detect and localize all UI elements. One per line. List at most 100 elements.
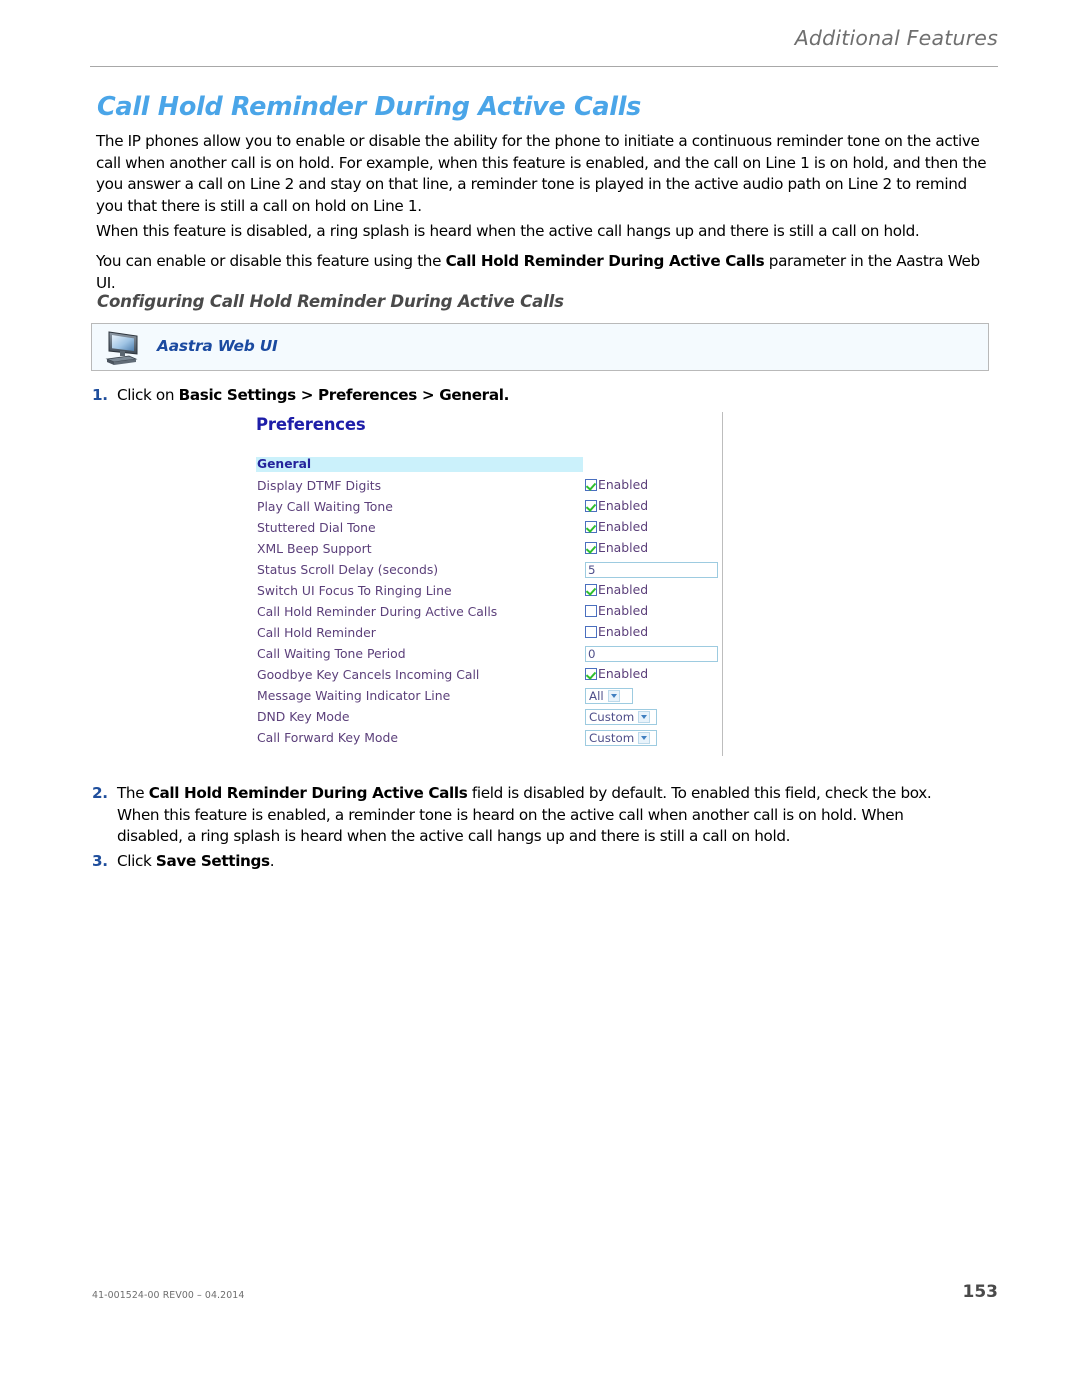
checkbox-label-goodbye-key-cancels-incoming-call: Enabled: [598, 666, 649, 681]
pref-label-xml-beep-support: XML Beep Support: [257, 541, 372, 556]
checkbox-goodbye-key-cancels-incoming-call[interactable]: [585, 668, 597, 680]
pref-row-call-hold-reminder-during-active-calls: Call Hold Reminder During Active Calls En…: [256, 604, 721, 625]
preferences-screenshot: Preferences General Display DTMF Digits E…: [251, 412, 723, 756]
checkbox-switch-ui-focus-to-ringing-line[interactable]: [585, 584, 597, 596]
pref-row-call-waiting-tone-period: Call Waiting Tone Period: [256, 646, 721, 667]
pref-row-xml-beep-support: XML Beep Support Enabled: [256, 541, 721, 562]
checkbox-label-call-hold-reminder: Enabled: [598, 624, 649, 639]
checkbox-label-play-call-waiting-tone: Enabled: [598, 498, 649, 513]
document-page: Additional Features Call Hold Reminder D…: [0, 0, 1080, 1397]
pref-row-dnd-key-mode: DND Key Mode Custom: [256, 709, 721, 730]
checkbox-label-xml-beep-support: Enabled: [598, 540, 649, 555]
paragraph-intro-text: The IP phones allow you to enable or dis…: [96, 132, 987, 215]
pref-label-status-scroll-delay-seconds: Status Scroll Delay (seconds): [257, 562, 439, 577]
pref-label-goodbye-key-cancels-incoming-call: Goodbye Key Cancels Incoming Call: [257, 667, 480, 682]
pref-control-dnd-key-mode: Custom: [585, 709, 657, 725]
page-title: Call Hold Reminder During Active Calls: [97, 92, 642, 122]
pref-row-display-dtmf-digits: Display DTMF Digits Enabled: [256, 478, 721, 499]
step-3-lead: Click: [117, 852, 156, 870]
select-value-dnd-key-mode: Custom: [589, 710, 635, 724]
pref-row-goodbye-key-cancels-incoming-call: Goodbye Key Cancels Incoming Call Enabled: [256, 667, 721, 688]
checkbox-label-call-hold-reminder-during-active-calls: Enabled: [598, 603, 649, 618]
paragraph-disabled-text: When this feature is disabled, a ring sp…: [96, 222, 920, 240]
input-status-scroll-delay-seconds[interactable]: [585, 562, 718, 578]
paragraph-parameter-name: Call Hold Reminder During Active Calls: [445, 252, 765, 270]
pref-label-play-call-waiting-tone: Play Call Waiting Tone: [257, 499, 393, 514]
pref-row-message-waiting-indicator-line: Message Waiting Indicator Line All: [256, 688, 721, 709]
step-1: 1. Click on Basic Settings > Preferences…: [92, 385, 972, 407]
paragraph-parameter: You can enable or disable this feature u…: [96, 251, 998, 294]
pref-label-switch-ui-focus-to-ringing-line: Switch UI Focus To Ringing Line: [257, 583, 452, 598]
checkbox-call-hold-reminder[interactable]: [585, 626, 597, 638]
pref-label-call-waiting-tone-period: Call Waiting Tone Period: [257, 646, 406, 661]
step-3-tail: .: [269, 852, 275, 870]
step-1-number: 1.: [92, 386, 108, 404]
step-2-field-name: Call Hold Reminder During Active Calls: [148, 784, 468, 802]
general-section-label: General: [257, 457, 312, 471]
checkbox-call-hold-reminder-during-active-calls[interactable]: [585, 605, 597, 617]
pref-row-call-hold-reminder: Call Hold Reminder Enabled: [256, 625, 721, 646]
chevron-down-icon[interactable]: [607, 690, 620, 702]
paragraph-disabled-behavior: When this feature is disabled, a ring sp…: [96, 221, 998, 243]
pref-label-call-hold-reminder: Call Hold Reminder: [257, 625, 376, 640]
pref-label-call-forward-key-mode: Call Forward Key Mode: [257, 730, 398, 745]
step-3-text: Click Save Settings.: [117, 851, 972, 873]
pref-control-call-forward-key-mode: Custom: [585, 730, 657, 746]
pref-row-status-scroll-delay-seconds: Status Scroll Delay (seconds): [256, 562, 721, 583]
checkbox-xml-beep-support[interactable]: [585, 542, 597, 554]
checkbox-label-stuttered-dial-tone: Enabled: [598, 519, 649, 534]
pref-control-call-hold-reminder-during-active-calls: Enabled: [585, 604, 648, 618]
step-2-note: When this feature is enabled, a reminder…: [117, 805, 904, 846]
pref-row-stuttered-dial-tone: Stuttered Dial Tone Enabled: [256, 520, 721, 541]
pref-label-message-waiting-indicator-line: Message Waiting Indicator Line: [257, 688, 451, 703]
checkbox-stuttered-dial-tone[interactable]: [585, 521, 597, 533]
pref-label-call-hold-reminder-during-active-calls: Call Hold Reminder During Active Calls: [257, 604, 498, 619]
general-section-bar: General: [256, 457, 583, 472]
step-2: 2. The Call Hold Reminder During Active …: [92, 783, 972, 848]
section-subheading: Configuring Call Hold Reminder During Ac…: [97, 292, 564, 311]
paragraph-intro: The IP phones allow you to enable or dis…: [96, 131, 998, 217]
computer-monitor-icon: [105, 331, 138, 365]
pref-label-dnd-key-mode: DND Key Mode: [257, 709, 350, 724]
pref-control-status-scroll-delay-seconds: [585, 562, 718, 578]
select-message-waiting-indicator-line[interactable]: All: [585, 688, 633, 704]
pref-row-switch-ui-focus-to-ringing-line: Switch UI Focus To Ringing Line Enabled: [256, 583, 721, 604]
input-call-waiting-tone-period[interactable]: [585, 646, 718, 662]
pref-row-play-call-waiting-tone: Play Call Waiting Tone Enabled: [256, 499, 721, 520]
step-2-lead: The: [117, 784, 149, 802]
pref-control-switch-ui-focus-to-ringing-line: Enabled: [585, 583, 648, 597]
pref-control-display-dtmf-digits: Enabled: [585, 478, 648, 492]
pref-control-call-waiting-tone-period: [585, 646, 718, 662]
select-call-forward-key-mode[interactable]: Custom: [585, 730, 657, 746]
running-header: Additional Features: [794, 26, 998, 50]
select-value-message-waiting-indicator-line: All: [589, 689, 604, 703]
pref-label-display-dtmf-digits: Display DTMF Digits: [257, 478, 382, 493]
checkbox-display-dtmf-digits[interactable]: [585, 479, 597, 491]
step-1-text: Click on Basic Settings > Preferences > …: [117, 385, 972, 407]
pref-label-stuttered-dial-tone: Stuttered Dial Tone: [257, 520, 376, 535]
select-value-call-forward-key-mode: Custom: [589, 731, 635, 745]
step-3-number: 3.: [92, 852, 108, 870]
checkbox-play-call-waiting-tone[interactable]: [585, 500, 597, 512]
aastra-web-ui-label: Aastra Web UI: [157, 337, 278, 355]
step-2-text: The Call Hold Reminder During Active Cal…: [117, 783, 972, 848]
pref-control-xml-beep-support: Enabled: [585, 541, 648, 555]
chevron-down-icon[interactable]: [638, 711, 651, 723]
checkbox-label-switch-ui-focus-to-ringing-line: Enabled: [598, 582, 649, 597]
step-2-number: 2.: [92, 784, 108, 802]
header-rule: [90, 66, 998, 67]
step-1-lead: Click on: [117, 386, 179, 404]
aastra-web-ui-callout: Aastra Web UI: [91, 323, 989, 371]
pref-control-play-call-waiting-tone: Enabled: [585, 499, 648, 513]
pref-control-message-waiting-indicator-line: All: [585, 688, 633, 704]
pref-control-call-hold-reminder: Enabled: [585, 625, 648, 639]
checkbox-label-display-dtmf-digits: Enabled: [598, 477, 649, 492]
pref-row-call-forward-key-mode: Call Forward Key Mode Custom: [256, 730, 721, 751]
step-1-path: Basic Settings > Preferences > General.: [178, 386, 510, 404]
footer-page-number: 153: [962, 1282, 999, 1302]
pref-control-goodbye-key-cancels-incoming-call: Enabled: [585, 667, 648, 681]
footer-doc-id: 41-001524-00 REV00 – 04.2014: [92, 1290, 245, 1301]
select-dnd-key-mode[interactable]: Custom: [585, 709, 657, 725]
step-3: 3. Click Save Settings.: [92, 851, 972, 873]
chevron-down-icon[interactable]: [638, 732, 651, 744]
